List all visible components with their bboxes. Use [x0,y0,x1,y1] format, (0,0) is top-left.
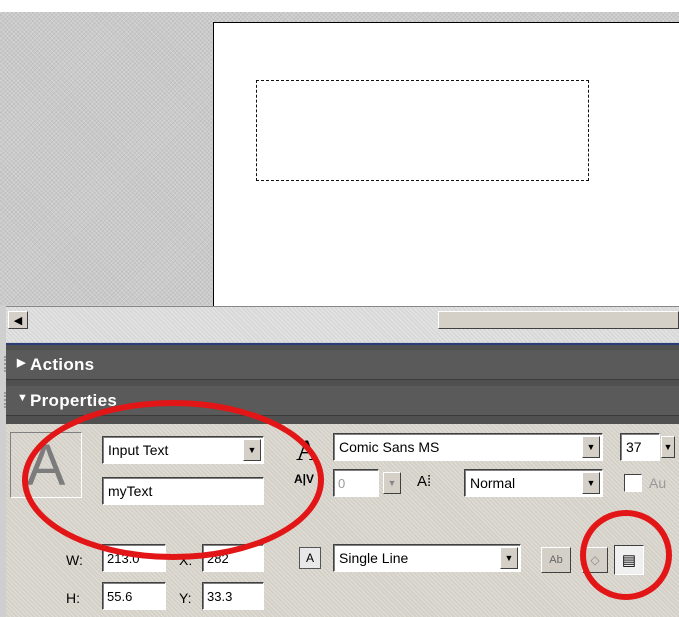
font-size-slider-button[interactable]: ▼ [661,436,675,458]
font-size-value: 37 [626,439,642,455]
panel-grip-icon[interactable] [4,392,8,408]
text-field-bounding-box[interactable] [256,80,589,181]
auto-kern-checkbox[interactable] [624,474,642,492]
line-type-value: Single Line [339,550,409,566]
text-type-value: Input Text [108,442,169,458]
font-icon: A [296,434,318,467]
stage-area [0,0,679,307]
properties-panel-header[interactable]: ▼ Properties [4,386,679,416]
horizontal-scrollbar[interactable]: ◀ [6,306,679,346]
char-position-value: Normal [470,475,516,491]
actions-panel-title: Actions [30,355,95,374]
font-family-value: Comic Sans MS [339,439,440,455]
properties-panel-title: Properties [30,391,118,410]
scroll-left-button[interactable]: ◀ [8,311,28,329]
font-size-input[interactable]: 37 [620,433,660,461]
width-label: W: [66,552,83,568]
instance-name-input[interactable]: myText [102,477,264,505]
text-type-select[interactable]: Input Text ▼ [102,436,264,464]
show-border-button[interactable]: ▤ [614,545,644,575]
width-value: 213.0 [107,551,140,566]
width-input[interactable]: 213.0 [102,544,166,572]
font-family-select[interactable]: Comic Sans MS ▼ [333,433,603,461]
line-type-icon: A [299,547,321,569]
arrow-left-icon: ◀ [13,314,23,327]
height-label: H: [66,590,80,606]
auto-kern-label: Au [649,475,667,491]
y-input[interactable]: 33.3 [202,582,264,610]
selectable-text-label: Ab [549,554,563,566]
render-html-button[interactable]: ◇ [582,547,608,573]
arrow-down-icon: ▼ [17,392,29,404]
arrow-right-icon: ▶ [17,357,26,369]
chevron-down-icon[interactable]: ▼ [500,547,518,569]
char-spacing-slider-button[interactable]: ▼ [383,472,401,494]
char-position-select[interactable]: Normal ▼ [464,469,603,497]
y-label: Y: [179,590,192,606]
instance-name-value: myText [108,483,153,499]
selectable-text-button[interactable]: Ab [541,547,571,573]
chevron-down-icon[interactable]: ▼ [582,472,600,494]
char-spacing-value: 0 [338,476,346,491]
chevron-down-icon[interactable]: ▼ [243,439,261,461]
properties-panel-body: A Input Text ▼ myText A Comic Sans MS ▼ … [6,424,679,617]
text-tool-icon: A [10,432,82,498]
stage-canvas[interactable] [213,22,679,307]
border-lines-icon: ▤ [621,552,637,569]
char-spacing-input[interactable]: 0 [333,469,379,497]
stage-top-band [0,0,679,12]
character-position-icon: A⁞ [417,473,432,490]
panels-container: ▶ Actions ▼ Properties A Input Text ▼ my… [4,345,679,617]
panel-grip-icon[interactable] [4,356,8,372]
x-input[interactable]: 282 [202,544,264,572]
scroll-thumb[interactable] [438,311,679,329]
height-input[interactable]: 55.6 [102,582,166,610]
chevron-down-icon[interactable]: ▼ [582,436,600,458]
x-value: 282 [207,551,229,566]
character-spacing-icon: A|V [294,472,315,486]
height-value: 55.6 [107,589,133,604]
actions-panel-header[interactable]: ▶ Actions [4,350,679,380]
line-type-select[interactable]: Single Line ▼ [333,544,521,572]
x-label: X: [179,552,193,568]
y-value: 33.3 [207,589,233,604]
html-arrows-icon: ◇ [590,553,600,567]
